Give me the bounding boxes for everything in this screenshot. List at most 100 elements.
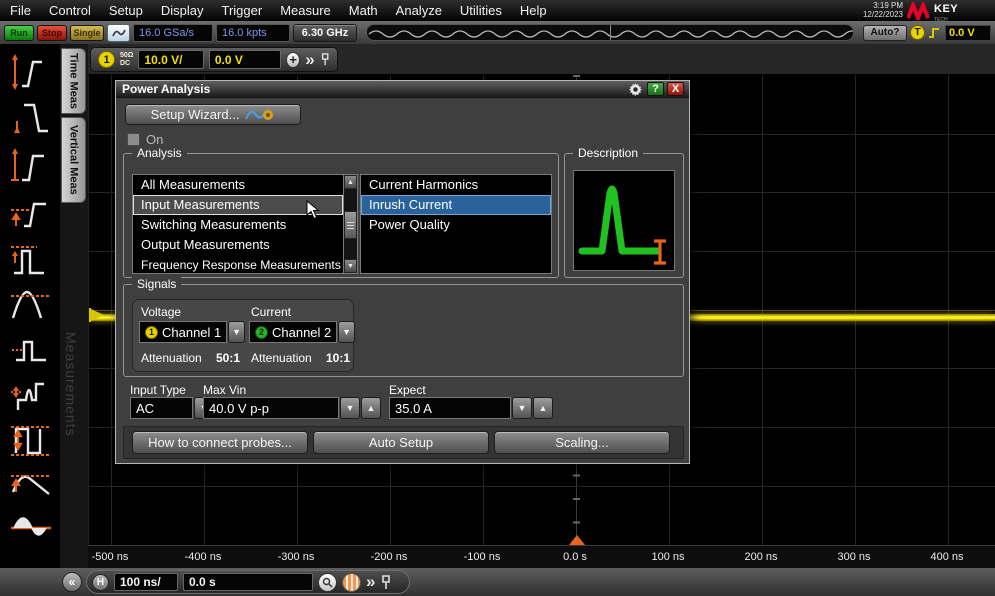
menu-analyze[interactable]: Analyze: [396, 3, 442, 18]
list-item-power-quality[interactable]: Power Quality: [361, 215, 551, 235]
current-label: Current: [251, 305, 291, 319]
decrement-arrow-icon[interactable]: ▼: [512, 397, 532, 419]
measurement-sidebar: Time Meas Vertical Meas Measurements: [0, 44, 88, 568]
menu-math[interactable]: Math: [349, 3, 378, 18]
rising-edge-icon[interactable]: [928, 26, 942, 40]
scaling-button[interactable]: Scaling...: [494, 431, 670, 454]
list-item-inrush-current[interactable]: Inrush Current: [361, 195, 551, 215]
scrollbar-thumb[interactable]: [344, 211, 357, 239]
menu-measure[interactable]: Measure: [280, 3, 331, 18]
menu-trigger[interactable]: Trigger: [221, 3, 262, 18]
help-button[interactable]: ?: [647, 82, 664, 96]
list-item-frequency-response[interactable]: Frequency Response Measurements: [133, 255, 343, 274]
meas-glitch-icon[interactable]: [8, 374, 54, 416]
meas-pulse-width-icon[interactable]: [8, 239, 54, 281]
meas-area-icon[interactable]: [8, 506, 54, 548]
horizontal-badge[interactable]: H: [92, 574, 109, 591]
timebase-scale-field[interactable]: 100 ns/: [114, 573, 178, 591]
menu-display[interactable]: Display: [161, 3, 204, 18]
scroll-up-button[interactable]: ▲: [344, 175, 357, 189]
add-channel-button[interactable]: +: [286, 52, 300, 68]
list-item-output-measurements[interactable]: Output Measurements: [133, 235, 343, 255]
auto-setup-button[interactable]: Auto Setup: [313, 431, 489, 454]
magnifier-icon: [322, 577, 333, 588]
setup-wizard-button[interactable]: Setup Wizard...: [125, 104, 301, 125]
meas-rise-time-icon[interactable]: [8, 52, 54, 94]
pin-icon[interactable]: [380, 575, 392, 590]
meas-delay-icon[interactable]: [8, 146, 54, 188]
tab-time-meas[interactable]: Time Meas: [61, 48, 86, 114]
sample-rate-field[interactable]: 16.0 GSa/s: [133, 24, 213, 42]
category-list-scrollbar[interactable]: ▲ ▼: [344, 174, 358, 274]
channel1-scale-field[interactable]: 10.0 V/: [138, 50, 203, 69]
dropdown-arrow-icon[interactable]: ▼: [338, 321, 355, 343]
stop-button[interactable]: Stop: [37, 25, 67, 41]
list-item-current-harmonics[interactable]: Current Harmonics: [361, 175, 551, 195]
expect-value: 35.0 A: [395, 401, 432, 416]
meas-setup-hold-icon[interactable]: [8, 192, 54, 234]
meas-edge-icon[interactable]: [8, 330, 54, 372]
scroll-down-button[interactable]: ▼: [344, 259, 357, 273]
voltage-channel-dropdown[interactable]: 1 Channel 1 ▼: [139, 321, 245, 343]
timebase-controls: H 100 ns/ 0.0 s »: [86, 570, 410, 594]
sidebar-tab-strip: Time Meas Vertical Meas Measurements: [60, 44, 88, 568]
meas-top-icon[interactable]: [8, 284, 54, 326]
meas-overshoot-icon[interactable]: [8, 464, 54, 506]
analysis-group: Analysis All Measurements Input Measurem…: [123, 153, 559, 278]
gear-icon[interactable]: [628, 82, 643, 97]
trigger-source-badge[interactable]: T: [910, 25, 925, 40]
menu-utilities[interactable]: Utilities: [460, 3, 502, 18]
max-vin-field[interactable]: 40.0 V p-p ▼ ▲: [203, 397, 381, 419]
run-button[interactable]: Run: [4, 25, 34, 41]
memory-depth-field[interactable]: 16.0 kpts: [216, 24, 290, 42]
coupling-mode: DC: [120, 60, 133, 68]
menu-control[interactable]: Control: [49, 3, 91, 18]
decrement-arrow-icon[interactable]: ▼: [340, 397, 360, 419]
max-vin-label: Max Vin: [203, 383, 246, 397]
close-button[interactable]: X: [667, 82, 684, 96]
expect-field[interactable]: 35.0 A ▼ ▲: [389, 397, 553, 419]
menu-setup[interactable]: Setup: [109, 3, 143, 18]
axis-tick: -200 ns: [371, 551, 408, 563]
menu-help[interactable]: Help: [520, 3, 547, 18]
increment-arrow-icon[interactable]: ▲: [533, 397, 553, 419]
channel1-coupling[interactable]: 50Ω DC: [120, 52, 133, 68]
dialog-title-bar[interactable]: Power Analysis ? X: [116, 81, 689, 98]
touch-button[interactable]: [107, 24, 130, 42]
input-type-dropdown[interactable]: AC ▼: [130, 397, 214, 419]
pin-icon[interactable]: [320, 52, 330, 67]
list-item-all-measurements[interactable]: All Measurements: [133, 175, 343, 195]
meas-amplitude-icon[interactable]: [8, 419, 54, 461]
axis-tick: -400 ns: [185, 551, 222, 563]
waveform-preview-strip[interactable]: [366, 24, 854, 41]
increment-arrow-icon[interactable]: ▲: [361, 397, 381, 419]
timebase-position-field[interactable]: 0.0 s: [183, 573, 313, 591]
channel1-badge[interactable]: 1: [98, 51, 115, 68]
current-channel-dropdown[interactable]: 2 Channel 2 ▼: [249, 321, 355, 343]
expand-chevrons[interactable]: »: [366, 574, 375, 590]
tab-vertical-meas[interactable]: Vertical Meas: [61, 117, 86, 203]
single-button[interactable]: Single: [70, 25, 104, 41]
how-to-connect-probes-button[interactable]: How to connect probes...: [132, 431, 308, 454]
collapse-left-button[interactable]: «: [62, 572, 82, 592]
delayed-sweep-button[interactable]: [342, 573, 361, 592]
channel1-ground-marker[interactable]: [89, 306, 107, 324]
expand-chevrons[interactable]: »: [305, 52, 314, 68]
description-group-label: Description: [573, 146, 643, 160]
meas-fall-time-icon[interactable]: [8, 99, 54, 141]
description-group: Description: [564, 153, 684, 278]
channel1-controls: 1 50Ω DC 10.0 V/ 0.0 V + »: [90, 47, 338, 72]
input-type-value: AC: [136, 401, 154, 416]
trigger-position-marker[interactable]: [569, 535, 585, 545]
trigger-level-field[interactable]: 0.0 V: [945, 25, 991, 41]
bandwidth-button[interactable]: 6.30 GHz: [293, 24, 357, 42]
voltage-attenuation-label: Attenuation: [141, 351, 202, 365]
channel1-badge: 1: [145, 326, 158, 339]
zoom-mode-button[interactable]: [318, 573, 337, 592]
menu-file[interactable]: File: [10, 3, 31, 18]
axis-tick: 0.0 s: [563, 551, 587, 563]
dropdown-arrow-icon[interactable]: ▼: [228, 321, 245, 343]
on-checkbox[interactable]: [127, 133, 140, 146]
channel1-offset-field[interactable]: 0.0 V: [209, 50, 281, 69]
auto-trigger-button[interactable]: Auto?: [863, 25, 907, 41]
